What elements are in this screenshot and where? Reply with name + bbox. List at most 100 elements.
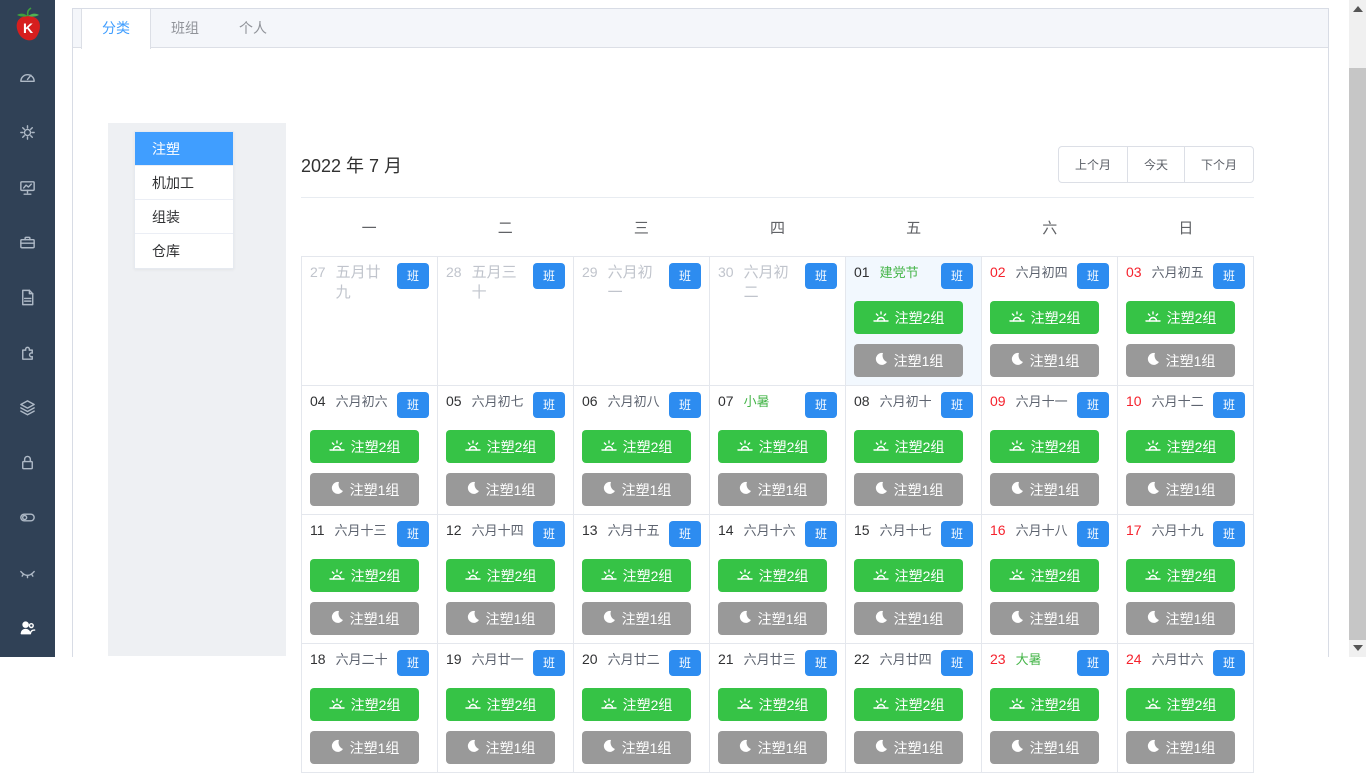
tab-category[interactable]: 分类 xyxy=(81,9,151,49)
night-shift-button[interactable]: 注塑1组 xyxy=(1126,473,1235,506)
shift-badge[interactable]: 班 xyxy=(668,650,701,676)
shift-badge[interactable]: 班 xyxy=(668,392,701,418)
shift-badge[interactable]: 班 xyxy=(940,263,973,289)
shift-badge[interactable]: 班 xyxy=(1212,392,1245,418)
shift-badge[interactable]: 班 xyxy=(668,263,701,289)
toolbox-icon[interactable] xyxy=(0,215,55,270)
day-shift-button[interactable]: 注塑2组 xyxy=(718,430,827,463)
day-shift-button[interactable]: 注塑2组 xyxy=(582,688,691,721)
calendar-cell[interactable]: 05 六月初七班注塑2组 注塑1组 xyxy=(438,386,574,515)
shift-badge[interactable]: 班 xyxy=(804,650,837,676)
settings-icon[interactable] xyxy=(0,105,55,160)
night-shift-button[interactable]: 注塑1组 xyxy=(854,731,963,764)
calendar-cell[interactable]: 03 六月初五班注塑2组 注塑1组 xyxy=(1118,257,1254,386)
calendar-cell[interactable]: 13 六月十五班注塑2组 注塑1组 xyxy=(574,515,710,644)
night-shift-button[interactable]: 注塑1组 xyxy=(718,602,827,635)
shift-badge[interactable]: 班 xyxy=(532,392,565,418)
day-shift-button[interactable]: 注塑2组 xyxy=(854,559,963,592)
day-shift-button[interactable]: 注塑2组 xyxy=(582,430,691,463)
night-shift-button[interactable]: 注塑1组 xyxy=(582,473,691,506)
day-shift-button[interactable]: 注塑2组 xyxy=(990,301,1099,334)
night-shift-button[interactable]: 注塑1组 xyxy=(446,602,555,635)
eye-closed-icon[interactable] xyxy=(0,545,55,600)
shift-badge[interactable]: 班 xyxy=(532,650,565,676)
day-shift-button[interactable]: 注塑2组 xyxy=(990,430,1099,463)
day-shift-button[interactable]: 注塑2组 xyxy=(446,688,555,721)
shift-badge[interactable]: 班 xyxy=(532,521,565,547)
calendar-cell[interactable]: 10 六月十二班注塑2组 注塑1组 xyxy=(1118,386,1254,515)
night-shift-button[interactable]: 注塑1组 xyxy=(582,731,691,764)
day-shift-button[interactable]: 注塑2组 xyxy=(446,559,555,592)
night-shift-button[interactable]: 注塑1组 xyxy=(1126,731,1235,764)
night-shift-button[interactable]: 注塑1组 xyxy=(310,731,419,764)
calendar-cell[interactable]: 11 六月十三班注塑2组 注塑1组 xyxy=(302,515,438,644)
shift-badge[interactable]: 班 xyxy=(1212,521,1245,547)
calendar-cell[interactable]: 06 六月初八班注塑2组 注塑1组 xyxy=(574,386,710,515)
night-shift-button[interactable]: 注塑1组 xyxy=(1126,344,1235,377)
monitor-chart-icon[interactable] xyxy=(0,160,55,215)
calendar-cell[interactable]: 02 六月初四班注塑2组 注塑1组 xyxy=(982,257,1118,386)
calendar-cell[interactable]: 22 六月廿四班注塑2组 注塑1组 xyxy=(846,644,982,773)
calendar-cell[interactable]: 17 六月十九班注塑2组 注塑1组 xyxy=(1118,515,1254,644)
calendar-cell[interactable]: 14 六月十六班注塑2组 注塑1组 xyxy=(710,515,846,644)
shift-badge[interactable]: 班 xyxy=(940,392,973,418)
shift-badge[interactable]: 班 xyxy=(1212,650,1245,676)
scroll-down-arrow-icon[interactable] xyxy=(1353,645,1363,651)
lock-icon[interactable] xyxy=(0,435,55,490)
calendar-cell[interactable]: 16 六月十八班注塑2组 注塑1组 xyxy=(982,515,1118,644)
category-item-1[interactable]: 机加工 xyxy=(135,166,233,200)
shift-badge[interactable]: 班 xyxy=(532,263,565,289)
day-shift-button[interactable]: 注塑2组 xyxy=(854,688,963,721)
night-shift-button[interactable]: 注塑1组 xyxy=(582,602,691,635)
night-shift-button[interactable]: 注塑1组 xyxy=(854,344,963,377)
calendar-cell[interactable]: 12 六月十四班注塑2组 注塑1组 xyxy=(438,515,574,644)
day-shift-button[interactable]: 注塑2组 xyxy=(1126,559,1235,592)
calendar-cell[interactable]: 07 小暑 班注塑2组 注塑1组 xyxy=(710,386,846,515)
calendar-cell[interactable]: 19 六月廿一班注塑2组 注塑1组 xyxy=(438,644,574,773)
day-shift-button[interactable]: 注塑2组 xyxy=(446,430,555,463)
day-shift-button[interactable]: 注塑2组 xyxy=(1126,301,1235,334)
calendar-cell[interactable]: 01 建党节 班注塑2组 注塑1组 xyxy=(846,257,982,386)
day-shift-button[interactable]: 注塑2组 xyxy=(990,559,1099,592)
day-shift-button[interactable]: 注塑2组 xyxy=(582,559,691,592)
prev-month-button[interactable]: 上个月 xyxy=(1057,146,1128,183)
calendar-cell[interactable]: 09 六月十一班注塑2组 注塑1组 xyxy=(982,386,1118,515)
toggle-icon[interactable] xyxy=(0,490,55,545)
category-item-0[interactable]: 注塑 xyxy=(135,132,233,166)
shift-badge[interactable]: 班 xyxy=(1076,263,1109,289)
night-shift-button[interactable]: 注塑1组 xyxy=(990,473,1099,506)
shift-badge[interactable]: 班 xyxy=(1212,263,1245,289)
puzzle-icon[interactable] xyxy=(0,325,55,380)
night-shift-button[interactable]: 注塑1组 xyxy=(446,473,555,506)
calendar-cell[interactable]: 24 六月廿六班注塑2组 注塑1组 xyxy=(1118,644,1254,773)
dashboard-icon[interactable] xyxy=(0,50,55,105)
shift-badge[interactable]: 班 xyxy=(396,392,429,418)
day-shift-button[interactable]: 注塑2组 xyxy=(310,559,419,592)
tab-personal[interactable]: 个人 xyxy=(219,9,287,49)
tab-team[interactable]: 班组 xyxy=(151,9,219,49)
shift-badge[interactable]: 班 xyxy=(1076,521,1109,547)
calendar-cell[interactable]: 15 六月十七班注塑2组 注塑1组 xyxy=(846,515,982,644)
shift-badge[interactable]: 班 xyxy=(668,521,701,547)
scroll-up-arrow-icon[interactable] xyxy=(1353,6,1363,12)
day-shift-button[interactable]: 注塑2组 xyxy=(854,301,963,334)
document-icon[interactable] xyxy=(0,270,55,325)
users-icon[interactable] xyxy=(0,600,55,655)
calendar-cell[interactable]: 04 六月初六班注塑2组 注塑1组 xyxy=(302,386,438,515)
night-shift-button[interactable]: 注塑1组 xyxy=(854,602,963,635)
next-month-button[interactable]: 下个月 xyxy=(1183,146,1254,183)
shift-badge[interactable]: 班 xyxy=(804,392,837,418)
category-item-3[interactable]: 仓库 xyxy=(135,234,233,268)
shift-badge[interactable]: 班 xyxy=(396,650,429,676)
shift-badge[interactable]: 班 xyxy=(804,263,837,289)
calendar-cell[interactable]: 29 六月初一班 xyxy=(574,257,710,386)
night-shift-button[interactable]: 注塑1组 xyxy=(718,731,827,764)
shift-badge[interactable]: 班 xyxy=(396,521,429,547)
night-shift-button[interactable]: 注塑1组 xyxy=(718,473,827,506)
shift-badge[interactable]: 班 xyxy=(940,521,973,547)
calendar-cell[interactable]: 20 六月廿二班注塑2组 注塑1组 xyxy=(574,644,710,773)
today-button[interactable]: 今天 xyxy=(1126,146,1185,183)
day-shift-button[interactable]: 注塑2组 xyxy=(718,688,827,721)
calendar-cell[interactable]: 28 五月三十班 xyxy=(438,257,574,386)
category-item-2[interactable]: 组装 xyxy=(135,200,233,234)
